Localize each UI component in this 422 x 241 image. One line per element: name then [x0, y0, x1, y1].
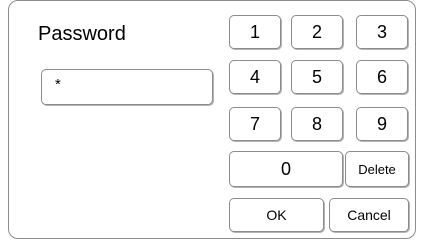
password-field[interactable]: *	[41, 69, 213, 105]
key-8-button[interactable]: 8	[291, 107, 343, 141]
key-5-button[interactable]: 5	[291, 60, 343, 94]
key-0-button[interactable]: 0	[229, 151, 343, 187]
key-9-button[interactable]: 9	[356, 107, 408, 141]
delete-button[interactable]: Delete	[345, 151, 409, 187]
cancel-button[interactable]: Cancel	[329, 198, 409, 232]
key-7-button[interactable]: 7	[229, 107, 281, 141]
key-4-button[interactable]: 4	[229, 60, 281, 94]
key-1-button[interactable]: 1	[229, 15, 281, 49]
dialog-title: Password	[38, 23, 126, 45]
key-2-button[interactable]: 2	[291, 15, 343, 49]
key-6-button[interactable]: 6	[356, 60, 408, 94]
ok-button[interactable]: OK	[229, 198, 324, 232]
key-3-button[interactable]: 3	[356, 15, 408, 49]
